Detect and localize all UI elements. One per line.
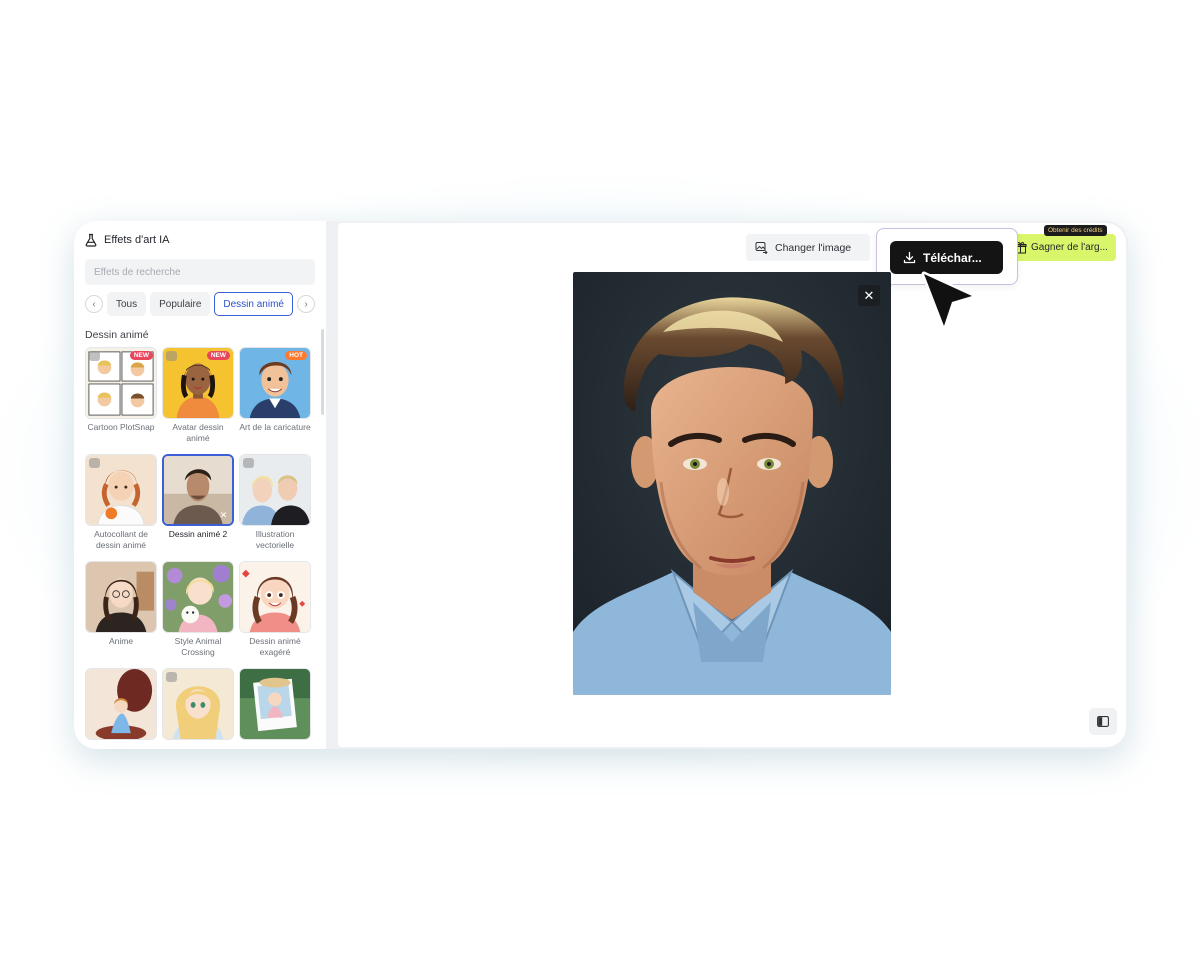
section-heading: Dessin animé: [85, 329, 149, 341]
favorite-icon[interactable]: [89, 458, 100, 468]
effects-search-input[interactable]: [85, 259, 315, 285]
effect-card-autocollant[interactable]: Autocollant de dessin animé: [85, 454, 157, 561]
effect-card-cartoon-plotsnap[interactable]: NEW Cartoon PlotSnap: [85, 347, 157, 454]
result-image: [573, 272, 891, 695]
exaggerated-thumbnail: [240, 562, 310, 632]
effect-card-figurine[interactable]: [85, 668, 157, 749]
effects-grid: NEW Cartoon PlotSnap NEW Avatar dessin a…: [85, 347, 311, 749]
effect-card-illustration-vectorielle[interactable]: Illustration vectorielle: [239, 454, 311, 561]
effect-label: Dessin animé 2: [168, 529, 228, 539]
category-tabs: ‹ Tous Populaire Dessin animé ›: [85, 292, 315, 316]
sidebar-header: Effets d'art IA: [84, 233, 169, 247]
effect-card-blonde-portrait[interactable]: [162, 668, 234, 749]
flask-icon: [85, 233, 97, 247]
favorite-icon[interactable]: [89, 351, 100, 361]
effect-thumbnail: [85, 454, 157, 526]
music-box-thumbnail: [86, 669, 156, 739]
effect-thumbnail: [239, 561, 311, 633]
effect-thumbnail: [162, 561, 234, 633]
effect-card-polaroid[interactable]: [239, 668, 311, 749]
effect-card-avatar-dessin-anime[interactable]: NEW Avatar dessin animé: [162, 347, 234, 454]
effect-thumbnail: HOT: [239, 347, 311, 419]
favorite-icon[interactable]: [166, 672, 177, 682]
effect-label: Cartoon PlotSnap: [87, 422, 155, 432]
anime-thumbnail: [86, 562, 156, 632]
panel-toggle-icon: [1097, 716, 1109, 727]
effect-card-anime[interactable]: Anime: [85, 561, 157, 668]
earn-money-button[interactable]: Gagner de l'arg...: [1012, 234, 1116, 261]
effect-thumbnail: NEW: [162, 347, 234, 419]
change-image-button[interactable]: Changer l'image: [746, 234, 870, 261]
tabs-prev-button[interactable]: ‹: [85, 295, 103, 313]
effect-label: Art de la caricature: [239, 422, 311, 432]
get-credits-tag[interactable]: Obtenir des crédits: [1044, 225, 1107, 236]
polaroid-thumbnail: [240, 669, 310, 739]
chevron-left-icon: ‹: [92, 298, 96, 310]
tab-dessin-anime[interactable]: Dessin animé: [214, 292, 293, 316]
effect-thumbnail: [239, 668, 311, 740]
sidebar-scrollbar[interactable]: [321, 329, 324, 415]
panel-toggle-button[interactable]: [1089, 708, 1117, 735]
effect-thumbnail-selected: ✕: [162, 454, 234, 526]
effect-label: Illustration vectorielle: [255, 529, 295, 550]
animal-crossing-thumbnail: [163, 562, 233, 632]
effect-label: Style Animal Crossing: [174, 636, 222, 657]
favorite-icon[interactable]: [243, 458, 254, 468]
effect-card-animal-crossing[interactable]: Style Animal Crossing: [162, 561, 234, 668]
effect-card-art-caricature[interactable]: HOT Art de la caricature: [239, 347, 311, 454]
new-badge: NEW: [206, 351, 230, 360]
edit-tools-icon[interactable]: ✕: [218, 510, 229, 521]
change-image-label: Changer l'image: [775, 241, 852, 254]
download-icon: [903, 251, 916, 264]
effect-label: Autocollant de dessin animé: [94, 529, 148, 550]
tabs-next-button[interactable]: ›: [296, 295, 315, 313]
effect-thumbnail: [239, 454, 311, 526]
download-label: Téléchar...: [923, 250, 982, 265]
image-swap-icon: [755, 242, 768, 254]
effect-label: Dessin animé exagéré: [249, 636, 301, 657]
tab-tous[interactable]: Tous: [107, 292, 147, 316]
effect-label: Avatar dessin animé: [172, 422, 224, 443]
effect-thumbnail: [85, 668, 157, 740]
effect-thumbnail: NEW: [85, 347, 157, 419]
sidebar-title: Effets d'art IA: [104, 234, 170, 246]
effect-card-dessin-anime-2[interactable]: ✕ Dessin animé 2: [162, 454, 234, 561]
effect-card-dessin-anime-exagere[interactable]: Dessin animé exagéré: [239, 561, 311, 668]
effect-thumbnail: [85, 561, 157, 633]
effect-label: Anime: [108, 636, 134, 646]
earn-money-label: Gagner de l'arg...: [1031, 242, 1108, 253]
favorite-icon[interactable]: [166, 351, 177, 361]
hot-badge: HOT: [285, 351, 307, 360]
main-canvas: Changer l'image Gagner de l'arg... Obten…: [338, 223, 1126, 747]
tab-populaire[interactable]: Populaire: [150, 292, 211, 316]
effects-sidebar: Effets d'art IA ‹ Tous Populaire Dessin …: [74, 221, 326, 749]
close-icon[interactable]: ✕: [858, 285, 880, 306]
cartoon-portrait: [573, 272, 891, 695]
new-badge: NEW: [129, 351, 153, 360]
effect-thumbnail: [162, 668, 234, 740]
chevron-right-icon: ›: [304, 298, 308, 310]
mouse-cursor-icon: [921, 271, 975, 329]
